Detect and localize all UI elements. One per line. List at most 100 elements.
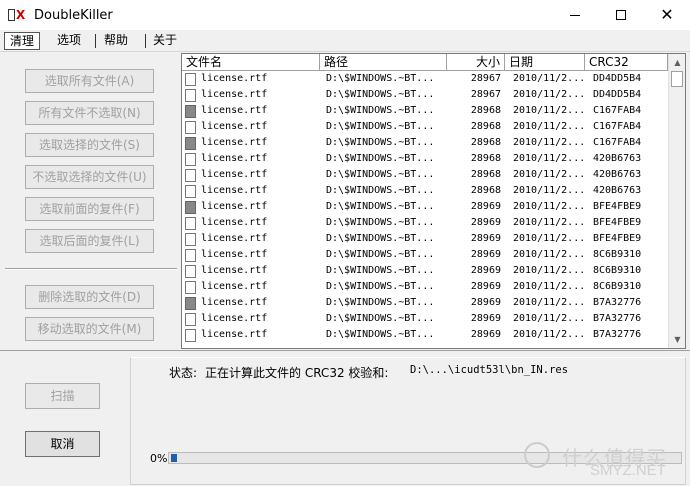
scroll-down-icon[interactable]: ▼	[669, 331, 685, 348]
table-row[interactable]: license.rtf D:\$WINDOWS.~BT... 28968 2010/1…	[182, 183, 668, 199]
select-all-button[interactable]: 选取所有文件(A)	[25, 69, 154, 93]
cell-path-text: D:\$WINDOWS.~BT...	[326, 249, 435, 260]
cell-size: 28969	[447, 247, 505, 263]
cell-date: 2010/11/2...	[505, 71, 585, 87]
cell-filename-text: license.rtf	[201, 73, 268, 84]
cell-date-text: 2010/11/2...	[513, 217, 585, 228]
cell-size: 28969	[447, 263, 505, 279]
cell-date-text: 2010/11/2...	[513, 313, 585, 324]
cell-size: 28969	[447, 199, 505, 215]
unselect-highlighted-button[interactable]: 不选取选择的文件(U)	[25, 165, 154, 189]
cell-size: 28967	[447, 87, 505, 103]
file-icon	[185, 328, 196, 342]
cell-date: 2010/11/2...	[505, 103, 585, 119]
table-row[interactable]: license.rtf D:\$WINDOWS.~BT... 28969 2010/1…	[182, 199, 668, 215]
cell-path: D:\$WINDOWS.~BT...	[320, 119, 447, 135]
cell-crc32-text: C167FAB4	[593, 105, 642, 116]
scan-button[interactable]: 扫描	[25, 383, 100, 409]
menu-separator	[145, 34, 146, 48]
table-row[interactable]: license.rtf D:\$WINDOWS.~BT... 28969 2010/1…	[182, 279, 668, 295]
cell-filename-text: license.rtf	[201, 169, 268, 180]
vertical-scrollbar[interactable]: ▲ ▼	[668, 54, 685, 348]
delete-selected-button[interactable]: 删除选取的文件(D)	[25, 285, 154, 309]
file-icon	[185, 104, 196, 118]
status-label: 状态:	[169, 366, 198, 380]
cell-path-text: D:\$WINDOWS.~BT...	[326, 89, 435, 100]
table-row[interactable]: license.rtf D:\$WINDOWS.~BT... 28968 2010/1…	[182, 135, 668, 151]
minimize-button[interactable]	[552, 0, 598, 30]
table-row[interactable]: license.rtf D:\$WINDOWS.~BT... 28969 2010/1…	[182, 247, 668, 263]
cell-crc32: 8C6B9310	[585, 263, 667, 279]
cell-size: 28969	[447, 295, 505, 311]
cell-filename-text: license.rtf	[201, 217, 268, 228]
title-bar[interactable]: X DoubleKiller ✕	[0, 0, 690, 30]
select-earlier-copies-button[interactable]: 选取前面的复件(F)	[25, 197, 154, 221]
maximize-icon	[616, 10, 626, 20]
cell-crc32: B7A32776	[585, 295, 667, 311]
cell-date-text: 2010/11/2...	[513, 153, 585, 164]
cell-size: 28968	[447, 183, 505, 199]
table-row[interactable]: license.rtf D:\$WINDOWS.~BT... 28969 2010/1…	[182, 263, 668, 279]
menu-about[interactable]: 关于	[148, 32, 182, 50]
cell-filename: license.rtf	[182, 247, 320, 263]
cell-size: 28968	[447, 151, 505, 167]
table-row[interactable]: license.rtf D:\$WINDOWS.~BT... 28968 2010/1…	[182, 119, 668, 135]
select-later-copies-button[interactable]: 选取后面的复件(L)	[25, 229, 154, 253]
table-row[interactable]: license.rtf D:\$WINDOWS.~BT... 28969 2010/1…	[182, 215, 668, 231]
menu-options[interactable]: 选项	[52, 32, 86, 50]
table-row[interactable]: license.rtf D:\$WINDOWS.~BT... 28967 2010/1…	[182, 71, 668, 87]
cell-path: D:\$WINDOWS.~BT...	[320, 71, 447, 87]
cell-date-text: 2010/11/2...	[513, 185, 585, 196]
cell-date-text: 2010/11/2...	[513, 281, 585, 292]
cell-filename: license.rtf	[182, 263, 320, 279]
table-row[interactable]: license.rtf D:\$WINDOWS.~BT... 28968 2010/1…	[182, 167, 668, 183]
scroll-thumb[interactable]	[671, 71, 683, 87]
cell-filename-text: license.rtf	[201, 249, 268, 260]
table-row[interactable]: license.rtf D:\$WINDOWS.~BT... 28968 2010/1…	[182, 103, 668, 119]
table-row[interactable]: license.rtf D:\$WINDOWS.~BT... 28969 2010/1…	[182, 295, 668, 311]
table-row[interactable]: license.rtf D:\$WINDOWS.~BT... 28967 2010/1…	[182, 87, 668, 103]
scroll-up-icon[interactable]: ▲	[669, 54, 685, 71]
cell-path-text: D:\$WINDOWS.~BT...	[326, 233, 435, 244]
file-icon	[185, 200, 196, 214]
cell-filename-text: license.rtf	[201, 265, 268, 276]
close-button[interactable]: ✕	[644, 0, 690, 30]
column-header-filename[interactable]: 文件名	[182, 54, 320, 71]
table-row[interactable]: license.rtf D:\$WINDOWS.~BT... 28969 2010/1…	[182, 311, 668, 327]
menu-cleanup[interactable]: 清理	[4, 32, 41, 50]
cell-filename: license.rtf	[182, 151, 320, 167]
select-highlighted-button[interactable]: 选取选择的文件(S)	[25, 133, 154, 157]
cell-filename: license.rtf	[182, 71, 320, 87]
cell-size: 28968	[447, 103, 505, 119]
cell-size-text: 28969	[470, 281, 501, 292]
file-icon	[185, 72, 196, 86]
table-row[interactable]: license.rtf D:\$WINDOWS.~BT... 28969 2010/1…	[182, 231, 668, 247]
select-none-button[interactable]: 所有文件不选取(N)	[25, 101, 154, 125]
column-header-size[interactable]: 大小	[447, 54, 505, 71]
cell-path-text: D:\$WINDOWS.~BT...	[326, 153, 435, 164]
menu-help[interactable]: 帮助	[99, 32, 133, 50]
table-row[interactable]: license.rtf D:\$WINDOWS.~BT... 28969 2010/1…	[182, 327, 668, 343]
table-row[interactable]: license.rtf D:\$WINDOWS.~BT... 28968 2010/1…	[182, 151, 668, 167]
cell-filename-text: license.rtf	[201, 185, 268, 196]
cell-crc32: 420B6763	[585, 151, 667, 167]
cell-size-text: 28968	[470, 121, 501, 132]
cell-path: D:\$WINDOWS.~BT...	[320, 151, 447, 167]
move-selected-button[interactable]: 移动选取的文件(M)	[25, 317, 154, 341]
column-header-path[interactable]: 路径	[320, 54, 447, 71]
column-header-date[interactable]: 日期	[505, 54, 585, 71]
cell-filename-text: license.rtf	[201, 233, 268, 244]
cell-size-text: 28968	[470, 185, 501, 196]
cell-crc32: C167FAB4	[585, 119, 667, 135]
cell-crc32-text: BFE4FBE9	[593, 217, 642, 228]
cell-date: 2010/11/2...	[505, 167, 585, 183]
watermark: 什么值得买 SMYZ.NET	[520, 436, 690, 486]
cancel-button[interactable]: 取消	[25, 431, 100, 457]
duplicate-file-list[interactable]: 文件名 路径 大小 日期 CRC32 license.rtf D:\$WINDOW…	[181, 53, 686, 349]
maximize-button[interactable]	[598, 0, 644, 30]
column-header-crc32[interactable]: CRC32	[585, 54, 668, 71]
cell-filename: license.rtf	[182, 327, 320, 343]
cell-path-text: D:\$WINDOWS.~BT...	[326, 185, 435, 196]
cell-crc32-text: B7A32776	[593, 329, 642, 340]
file-icon	[185, 136, 196, 150]
